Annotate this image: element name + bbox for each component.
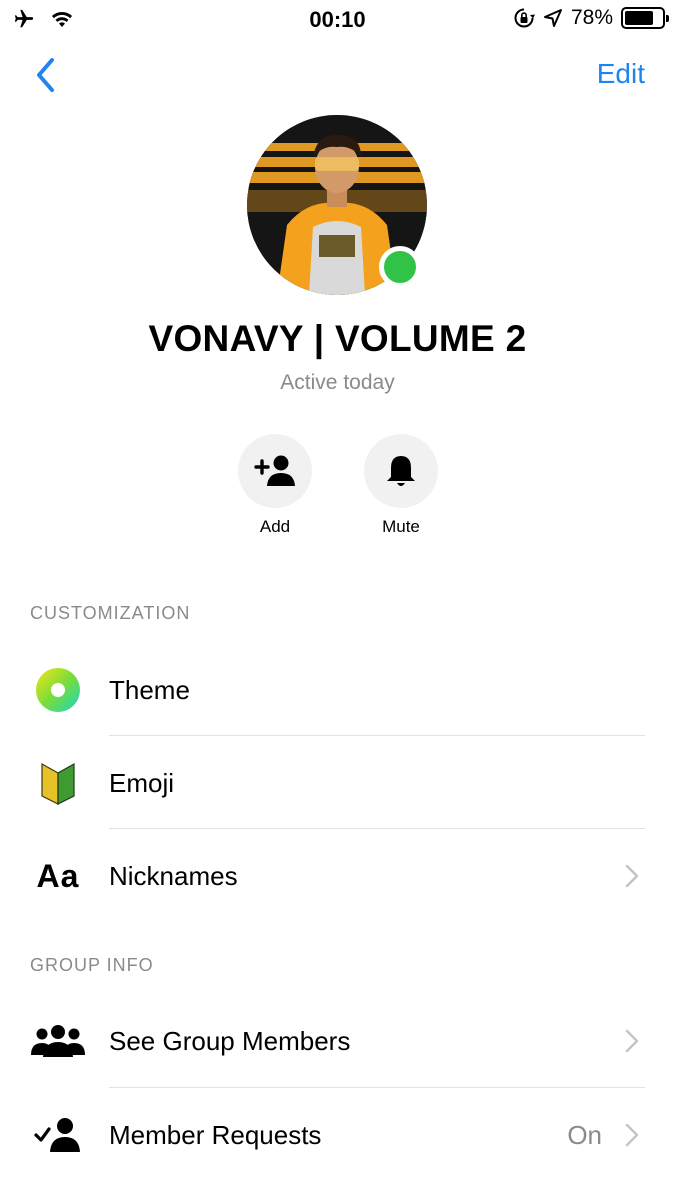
battery-icon xyxy=(621,7,669,29)
add-action-button[interactable] xyxy=(238,434,312,508)
theme-label: Theme xyxy=(109,674,190,705)
see-group-members-row[interactable]: See Group Members xyxy=(0,995,675,1087)
group-info-header: GROUP INFO xyxy=(30,955,154,975)
group-name: VONAVY | VOLUME 2 xyxy=(148,318,527,359)
status-bar: 00:10 78% xyxy=(0,0,675,40)
active-status: Active today xyxy=(280,371,395,394)
online-status-dot xyxy=(379,246,421,288)
mute-action[interactable]: Mute xyxy=(364,434,438,537)
add-person-icon xyxy=(254,455,295,486)
member-requests-value: On xyxy=(567,1119,602,1150)
divider xyxy=(109,735,645,736)
emoji-row[interactable]: Emoji xyxy=(0,737,675,829)
add-label: Add xyxy=(259,517,291,536)
mute-action-button[interactable] xyxy=(364,434,438,508)
divider xyxy=(109,1087,645,1088)
chevron-right-icon xyxy=(625,1029,639,1053)
chevron-right-icon xyxy=(625,864,639,888)
divider xyxy=(109,828,645,829)
theme-icon xyxy=(30,662,86,718)
location-arrow-icon xyxy=(543,9,562,27)
add-action[interactable]: Add xyxy=(238,434,312,537)
aa-text: Aa xyxy=(36,857,80,894)
member-requests-row[interactable]: Member Requests On xyxy=(0,1089,675,1181)
theme-row[interactable]: Theme xyxy=(0,644,675,736)
chevron-left-icon xyxy=(37,58,54,92)
text-aa-icon: Aa xyxy=(30,848,86,904)
customization-header: CUSTOMIZATION xyxy=(30,603,191,623)
battery-percentage: 78% xyxy=(570,6,613,29)
nicknames-row[interactable]: Aa Nicknames xyxy=(0,830,675,922)
nicknames-label: Nicknames xyxy=(109,860,238,891)
see-group-members-label: See Group Members xyxy=(109,1025,351,1056)
back-button[interactable] xyxy=(30,54,66,96)
chevron-right-icon xyxy=(625,1123,639,1147)
member-check-icon xyxy=(30,1107,86,1163)
emoji-label: Emoji xyxy=(109,767,175,798)
bell-icon xyxy=(387,456,415,486)
mute-label: Mute xyxy=(382,517,420,536)
people-icon xyxy=(30,1013,86,1069)
edit-button[interactable]: Edit xyxy=(597,58,645,90)
rotation-lock-icon xyxy=(514,8,535,28)
member-requests-label: Member Requests xyxy=(109,1119,322,1150)
emoji-leaf-icon xyxy=(30,755,86,811)
battery-level xyxy=(625,11,654,25)
